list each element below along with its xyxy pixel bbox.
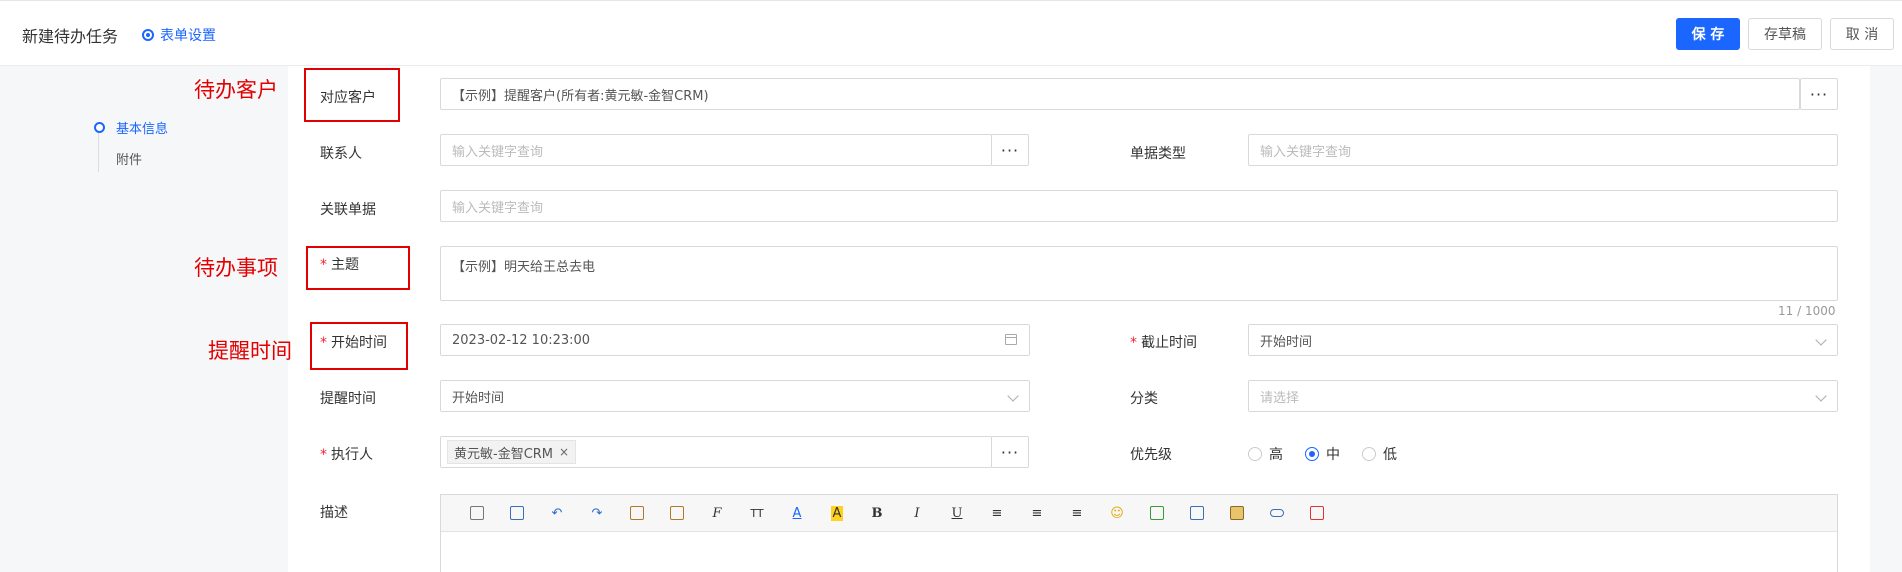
highlight-color-icon[interactable]: A (817, 501, 857, 525)
priority-low-radio[interactable]: 低 (1362, 444, 1397, 464)
fullscreen-icon[interactable] (1297, 501, 1337, 525)
align-center-icon[interactable]: ≡ (1017, 501, 1057, 525)
end-time-select[interactable]: 开始时间 (1248, 324, 1838, 356)
chevron-down-icon (1815, 390, 1827, 402)
rich-text-editor[interactable]: ↶ ↷ F TT A A B I U ≡ ≡ ≡ ☺ (440, 494, 1838, 572)
category-select[interactable]: 请选择 (1248, 380, 1838, 412)
chevron-down-icon (1007, 390, 1019, 402)
font-size-icon[interactable]: TT (737, 501, 777, 525)
copy-icon[interactable] (457, 501, 497, 525)
priority-high-radio[interactable]: 高 (1248, 444, 1283, 464)
priority-medium-label: 中 (1326, 447, 1340, 463)
radio-circle (1248, 447, 1262, 461)
anchor-line (98, 130, 99, 172)
remind-time-select[interactable]: 开始时间 (440, 380, 1030, 412)
doc-type-label: 单据类型 (1130, 146, 1186, 162)
undo-icon[interactable]: ↶ (537, 501, 577, 525)
italic-icon[interactable]: I (897, 501, 937, 525)
executor-label: * 执行人 (320, 444, 373, 464)
anchor-item-basic-info[interactable]: 基本信息 (116, 118, 168, 137)
end-time-value: 开始时间 (1260, 334, 1313, 350)
align-right-icon[interactable]: ≡ (1057, 501, 1097, 525)
contact-label: 联系人 (320, 146, 362, 162)
form-settings-label: 表单设置 (160, 28, 216, 44)
close-icon[interactable]: × (559, 445, 569, 459)
priority-radio-group: 高 中 低 (1248, 444, 1397, 464)
gear-icon (142, 29, 154, 41)
doc-type-field[interactable]: 输入关键字查询 (1248, 134, 1838, 166)
anchor-item-attachments[interactable]: 附件 (116, 149, 142, 168)
save-button[interactable]: 保 存 (1676, 18, 1740, 50)
priority-label: 优先级 (1130, 447, 1172, 463)
customer-field[interactable]: 【示例】提醒客户(所有者:黄元敏-金智CRM) (440, 78, 1800, 110)
left-panel (0, 66, 288, 572)
page-title: 新建待办任务 (22, 27, 119, 46)
font-family-icon[interactable]: F (697, 501, 737, 525)
required-mark: * (320, 447, 327, 463)
highlight-glyph: A (830, 505, 844, 521)
annotation-box-start-time (310, 322, 408, 370)
cancel-button[interactable]: 取 消 (1830, 18, 1894, 50)
redo-icon[interactable]: ↷ (577, 501, 617, 525)
align-left-icon[interactable]: ≡ (977, 501, 1017, 525)
contact-field[interactable]: 输入关键字查询 (440, 134, 992, 166)
anchor-active-dot (94, 122, 105, 133)
priority-low-label: 低 (1383, 447, 1397, 463)
chevron-down-icon (1815, 334, 1827, 346)
insert-table-icon[interactable] (1177, 501, 1217, 525)
paste-icon[interactable] (617, 501, 657, 525)
annotation-label-remind: 提醒时间 (208, 339, 292, 363)
priority-medium-radio[interactable]: 中 (1305, 444, 1340, 464)
description-label: 描述 (320, 505, 348, 521)
executor-tag-label: 黄元敏-金智CRM (454, 446, 554, 462)
font-color-icon[interactable]: A (777, 501, 817, 525)
required-mark: * (1130, 335, 1137, 351)
subject-textarea[interactable]: 【示例】明天给王总去电 (440, 246, 1838, 301)
underline-icon[interactable]: U (937, 501, 977, 525)
editor-toolbar: ↶ ↷ F TT A A B I U ≡ ≡ ≡ ☺ (441, 495, 1837, 532)
start-time-picker[interactable]: 2023-02-12 10:23:00 (440, 324, 1030, 356)
customer-lookup-button[interactable]: ··· (1800, 78, 1838, 110)
bold-icon[interactable]: B (857, 501, 897, 525)
annotation-label-subject: 待办事项 (194, 256, 278, 280)
emoji-icon[interactable]: ☺ (1097, 501, 1137, 525)
priority-high-label: 高 (1269, 447, 1283, 463)
executor-lookup-button[interactable]: ··· (991, 436, 1029, 468)
page-header: 新建待办任务 表单设置 保 存 存草稿 取 消 (0, 0, 1902, 66)
related-doc-label: 关联单据 (320, 202, 376, 218)
end-time-label: * 截止时间 (1130, 332, 1197, 352)
end-time-label-text: 截止时间 (1141, 335, 1197, 351)
insert-horizontal-rule-icon[interactable] (1137, 501, 1177, 525)
category-placeholder: 请选择 (1260, 390, 1300, 406)
save-draft-button[interactable]: 存草稿 (1748, 18, 1822, 50)
remind-time-value: 开始时间 (452, 390, 505, 406)
annotation-box-customer (304, 68, 400, 122)
executor-label-text: 执行人 (331, 447, 373, 463)
category-label: 分类 (1130, 391, 1158, 407)
form-settings-link[interactable]: 表单设置 (142, 25, 216, 45)
paste-text-icon[interactable] (657, 501, 697, 525)
radio-circle-checked (1305, 447, 1319, 461)
right-gutter (1870, 66, 1902, 572)
start-time-value: 2023-02-12 10:23:00 (452, 332, 591, 348)
radio-circle (1362, 447, 1376, 461)
insert-link-icon[interactable] (1257, 501, 1297, 525)
calendar-icon (1005, 334, 1017, 345)
subject-char-counter: 11 / 1000 (1778, 304, 1836, 318)
related-doc-field[interactable]: 输入关键字查询 (440, 190, 1838, 222)
annotation-box-subject (306, 246, 410, 290)
executor-field[interactable]: 黄元敏-金智CRM × (440, 436, 992, 468)
insert-image-icon[interactable] (1217, 501, 1257, 525)
cut-icon[interactable] (497, 501, 537, 525)
executor-tag: 黄元敏-金智CRM × (447, 440, 577, 464)
remind-time-label: 提醒时间 (320, 391, 376, 407)
annotation-label-customer: 待办客户 (194, 78, 278, 102)
contact-lookup-button[interactable]: ··· (991, 134, 1029, 166)
